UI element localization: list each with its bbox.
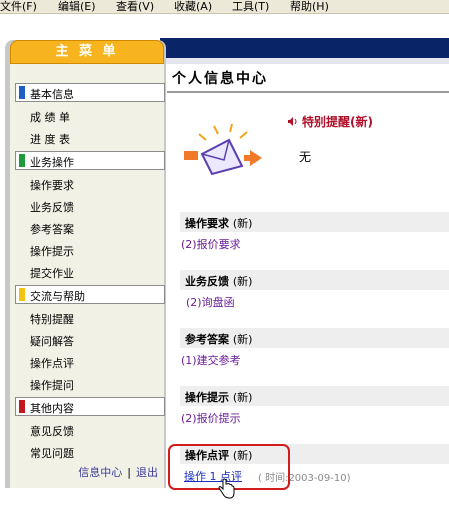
sidebar-item-transcript[interactable]: 成 绩 单 xyxy=(30,109,70,125)
reference-link[interactable]: (1)建交参考 xyxy=(181,352,241,368)
envelope-alert-icon xyxy=(184,124,262,176)
sidebar-item-qa[interactable]: 疑问解答 xyxy=(30,333,74,349)
section-business-ops[interactable]: 业务操作 xyxy=(15,151,165,170)
sidebar-item-op-question[interactable]: 操作提问 xyxy=(30,377,74,393)
sidebar-item-op-tips[interactable]: 操作提示 xyxy=(30,243,74,259)
menu-bar: 文件(F) 编辑(E) 查看(V) 收藏(A) 工具(T) 帮助(H) xyxy=(0,0,449,14)
main-menu-header: 主 菜 单 xyxy=(10,40,164,64)
sidebar-menu: 基本信息 成 绩 单 进 度 表 业务操作 操作要求 业务反馈 参考答案 操作提… xyxy=(10,64,165,488)
section-label: 业务操作 xyxy=(30,156,74,169)
blue-marker-icon xyxy=(19,86,25,99)
title-divider xyxy=(167,91,449,93)
section-label: 交流与帮助 xyxy=(30,290,85,303)
requirements-link[interactable]: (2)报价要求 xyxy=(181,236,241,252)
speaker-icon xyxy=(288,117,297,126)
section-title: 操作要求 xyxy=(185,217,229,230)
section-title: 业务反馈 xyxy=(185,275,229,288)
logout-link[interactable]: 退出 xyxy=(136,466,158,479)
new-badge: (新) xyxy=(232,391,253,404)
sidebar-item-submit-work[interactable]: 提交作业 xyxy=(30,265,74,281)
sidebar-item-feedback[interactable]: 业务反馈 xyxy=(30,199,74,215)
menu-favorites[interactable]: 收藏(A) xyxy=(174,0,212,14)
green-marker-icon xyxy=(19,154,25,167)
hand-cursor-icon xyxy=(218,478,235,499)
footer-separator: | xyxy=(127,466,131,479)
section-basic-info[interactable]: 基本信息 xyxy=(15,83,165,102)
sidebar-item-progress[interactable]: 进 度 表 xyxy=(30,131,70,147)
special-notice-title: 特别提醒(新) xyxy=(302,115,373,129)
feedback-link[interactable]: (2)询盘函 xyxy=(186,294,235,310)
sidebar-footer: 信息中心 | 退出 xyxy=(10,464,158,480)
section-label: 其他内容 xyxy=(30,402,74,415)
section-header-reference: 参考答案 (新) xyxy=(180,328,449,348)
section-communication-help[interactable]: 交流与帮助 xyxy=(15,285,165,304)
new-badge: (新) xyxy=(232,275,253,288)
menu-help[interactable]: 帮助(H) xyxy=(290,0,329,14)
section-header-tips: 操作提示 (新) xyxy=(180,386,449,406)
top-banner xyxy=(0,14,449,40)
special-notice-text: 无 xyxy=(299,150,312,164)
sidebar-item-reference-answers[interactable]: 参考答案 xyxy=(30,221,74,237)
menu-tools[interactable]: 工具(T) xyxy=(232,0,269,14)
info-center-link[interactable]: 信息中心 xyxy=(78,466,122,479)
sidebar-item-requirements[interactable]: 操作要求 xyxy=(30,177,74,193)
menu-edit[interactable]: 编辑(E) xyxy=(58,0,96,14)
sidebar: 主 菜 单 基本信息 成 绩 单 进 度 表 业务操作 操作要求 业务反馈 参考… xyxy=(5,40,166,488)
new-badge: (新) xyxy=(232,333,253,346)
yellow-marker-icon xyxy=(19,288,25,301)
section-header-feedback: 业务反馈 (新) xyxy=(180,270,449,290)
menu-view[interactable]: 查看(V) xyxy=(116,0,154,14)
section-header-requirements: 操作要求 (新) xyxy=(180,212,449,232)
menu-file[interactable]: 文件(F) xyxy=(0,0,37,14)
tips-link[interactable]: (2)报价提示 xyxy=(181,410,241,426)
red-marker-icon xyxy=(19,400,25,413)
new-badge: (新) xyxy=(232,217,253,230)
section-title: 操作提示 xyxy=(185,391,229,404)
sidebar-item-special-notice[interactable]: 特别提醒 xyxy=(30,311,74,327)
sidebar-item-faq[interactable]: 常见问题 xyxy=(30,445,74,461)
header-navy-band xyxy=(160,38,449,58)
sidebar-item-op-review[interactable]: 操作点评 xyxy=(30,355,74,371)
section-title: 参考答案 xyxy=(185,333,229,346)
sidebar-item-opinion-feedback[interactable]: 意见反馈 xyxy=(30,423,74,439)
page-title: 个人信息中心 xyxy=(172,71,268,87)
section-other[interactable]: 其他内容 xyxy=(15,397,165,416)
section-label: 基本信息 xyxy=(30,88,74,101)
